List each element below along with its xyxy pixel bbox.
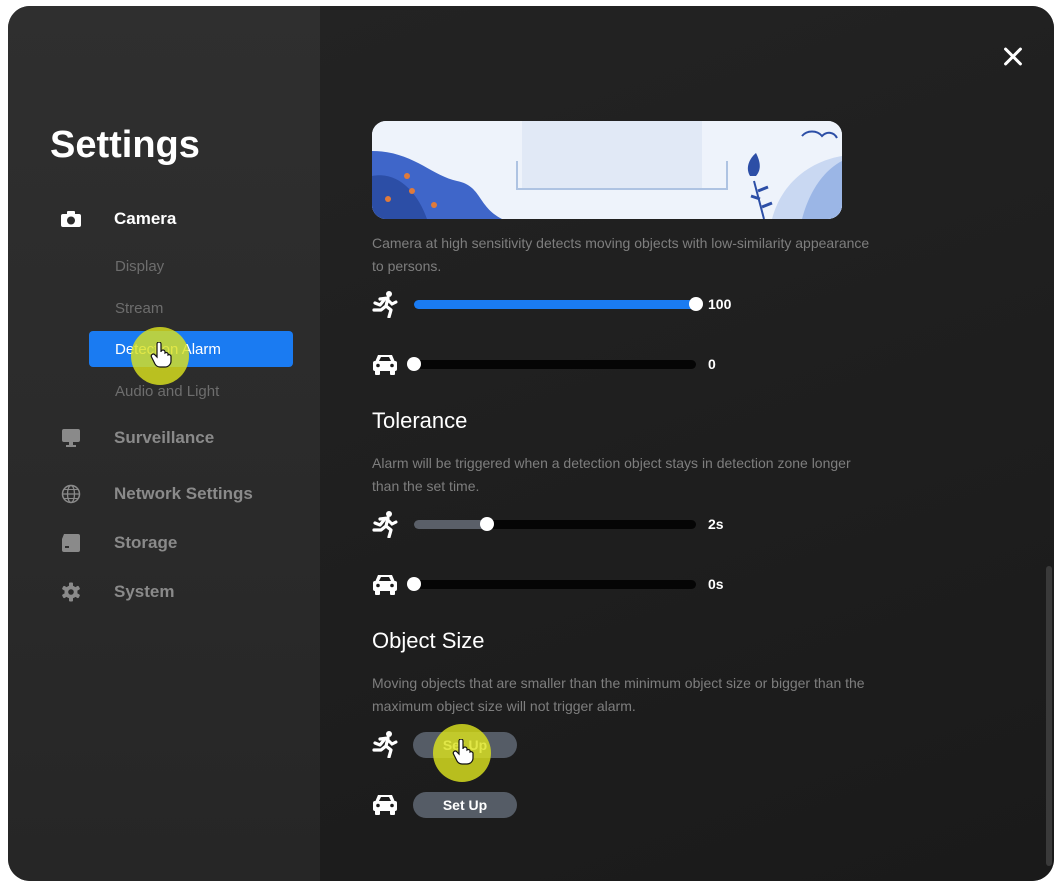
subnav-item-audio-and-light[interactable]: Audio and Light [115,383,219,400]
page-title: Settings [50,124,200,166]
tolerance-description: Alarm will be triggered when a detection… [372,455,851,494]
sensitivity-person-slider[interactable] [414,297,703,311]
sensitivity-description: Camera at high sensitivity detects movin… [372,235,870,274]
sidebar-item-network-settings[interactable]: Network Settings [60,483,253,505]
car-icon [371,350,399,378]
sidebar-item-system[interactable]: System [60,581,174,603]
subnav-item-detection-alarm[interactable]: Detection Alarm [89,331,293,367]
sidebar-item-label: Surveillance [114,428,215,447]
scrollbar[interactable] [1046,566,1052,866]
monitor-icon [60,427,82,449]
settings-window: Settings Camera Display Stream Detection… [8,6,1054,881]
slider-handle[interactable] [407,577,421,591]
running-person-icon [371,290,399,319]
car-icon [371,790,399,818]
sidebar-item-label: Camera [114,209,177,228]
camera-icon [60,208,82,230]
slider-fill [414,300,696,309]
sidebar-item-label: Storage [114,533,178,552]
sidebar: Settings Camera Display Stream Detection… [8,6,320,881]
car-icon [371,570,399,598]
sidebar-item-camera[interactable]: Camera [60,208,176,230]
pointer-cursor-icon [452,738,474,770]
tolerance-title: Tolerance [372,408,468,433]
sidebar-item-label: System [114,582,175,601]
storage-icon [60,532,82,554]
running-person-icon [371,730,399,759]
sensitivity-person-value: 100 [708,296,732,312]
subnav-item-display[interactable]: Display [115,258,164,275]
slider-fill [414,520,488,529]
tolerance-person-slider[interactable] [414,517,696,531]
pointer-cursor-icon [150,341,172,373]
sidebar-item-surveillance[interactable]: Surveillance [60,427,214,449]
slider-handle[interactable] [407,357,421,371]
close-button[interactable] [998,42,1028,72]
tolerance-vehicle-value: 0s [708,576,724,592]
sidebar-item-label: Network Settings [114,484,253,503]
subnav-item-stream[interactable]: Stream [115,300,163,317]
slider-handle[interactable] [480,517,495,531]
tolerance-person-value: 2s [708,516,724,532]
sensitivity-vehicle-value: 0 [708,356,716,372]
sensitivity-illustration [372,121,842,219]
running-person-icon [371,510,399,539]
object-size-description: Moving objects that are smaller than the… [372,675,865,714]
slider-handle[interactable] [689,297,703,311]
tolerance-vehicle-slider[interactable] [407,577,696,591]
gear-icon [60,581,82,603]
sensitivity-vehicle-slider[interactable] [407,357,696,371]
globe-icon [60,483,82,505]
sidebar-item-storage[interactable]: Storage [60,532,177,554]
object-size-title: Object Size [372,628,485,653]
object-size-vehicle-setup-button[interactable]: Set Up [413,792,517,818]
